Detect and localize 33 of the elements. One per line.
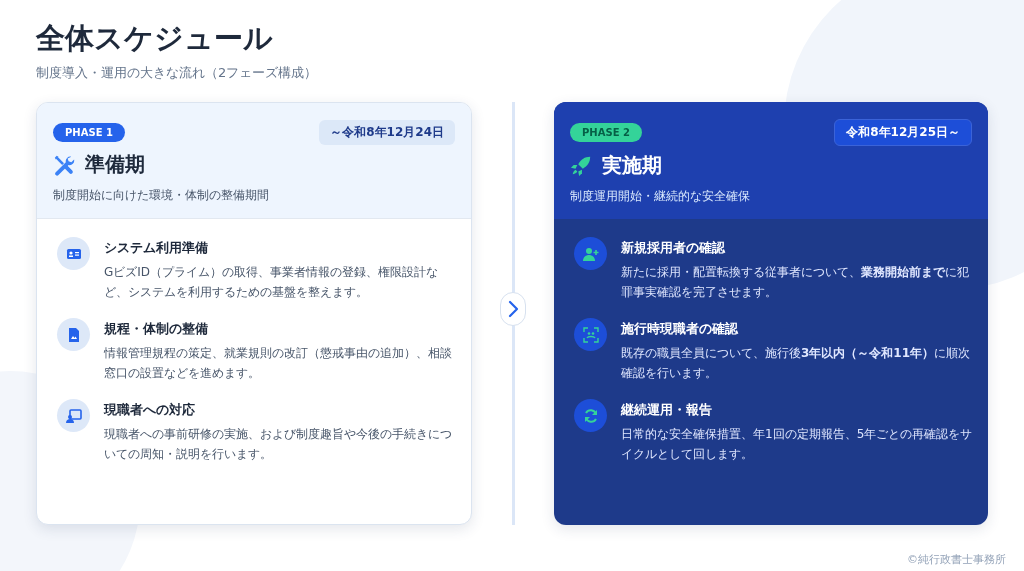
- item-title: 新規採用者の確認: [621, 239, 726, 257]
- phase-description: 制度運用開始・継続的な安全確保: [570, 188, 751, 205]
- item-description: GビズID（プライム）の取得、事業者情報の登録、権限設計など、システムを利用するための基盤を整えます。: [104, 264, 440, 301]
- copyright-text: ©純行政書士事務所: [907, 552, 1006, 567]
- face-scan-icon: [574, 318, 607, 351]
- item-description: 情報管理規程の策定、就業規則の改訂（懲戒事由の追加）、相談窓口の設置などを進めます。: [104, 345, 453, 382]
- item-description: 新たに採用・配置転換する従事者について、業務開始前までに犯罪事実確認を完了させます。: [621, 264, 970, 301]
- item-title: システム利用準備: [104, 239, 209, 257]
- item-description: 既存の職員全員について、施行後3年以内（～令和11年）に順次確認を行います。: [621, 345, 972, 382]
- phase-description: 制度開始に向けた環境・体制の整備期間: [53, 187, 270, 204]
- period-label: ～令和8年12月24日: [319, 120, 455, 145]
- item-title: 継続運用・報告: [621, 401, 713, 419]
- phase-badge: PHASE 2: [570, 123, 642, 142]
- refresh-icon: [574, 399, 607, 432]
- phase-name: 実施期: [602, 152, 662, 179]
- item-title: 施行時現職者の確認: [621, 320, 739, 338]
- item-description: 現職者への事前研修の実施、および制度趣旨や今後の手続きについての周知・説明を行います。: [104, 426, 453, 463]
- item-title: 現職者への対応: [104, 401, 196, 419]
- document-icon: [57, 318, 90, 351]
- phase-name: 準備期: [85, 151, 145, 178]
- tools-icon: [53, 153, 75, 176]
- chevron-right-icon: [507, 299, 519, 318]
- next-arrow-button[interactable]: [500, 291, 526, 326]
- presentation-icon: [57, 399, 90, 432]
- period-label: 令和8年12月25日～: [834, 119, 972, 146]
- item-title: 規程・体制の整備: [104, 320, 209, 338]
- phase-badge: PHASE 1: [53, 123, 125, 142]
- page-title: 全体スケジュール: [36, 20, 274, 57]
- user-plus-icon: [574, 237, 607, 270]
- item-description: 日常的な安全確保措置、年1回の定期報告、5年ごとの再確認をサイクルとして回します。: [621, 426, 974, 463]
- rocket-icon: [570, 154, 592, 177]
- page-subtitle: 制度導入・運用の大きな流れ（2フェーズ構成）: [36, 64, 319, 82]
- id-card-icon: [57, 237, 90, 270]
